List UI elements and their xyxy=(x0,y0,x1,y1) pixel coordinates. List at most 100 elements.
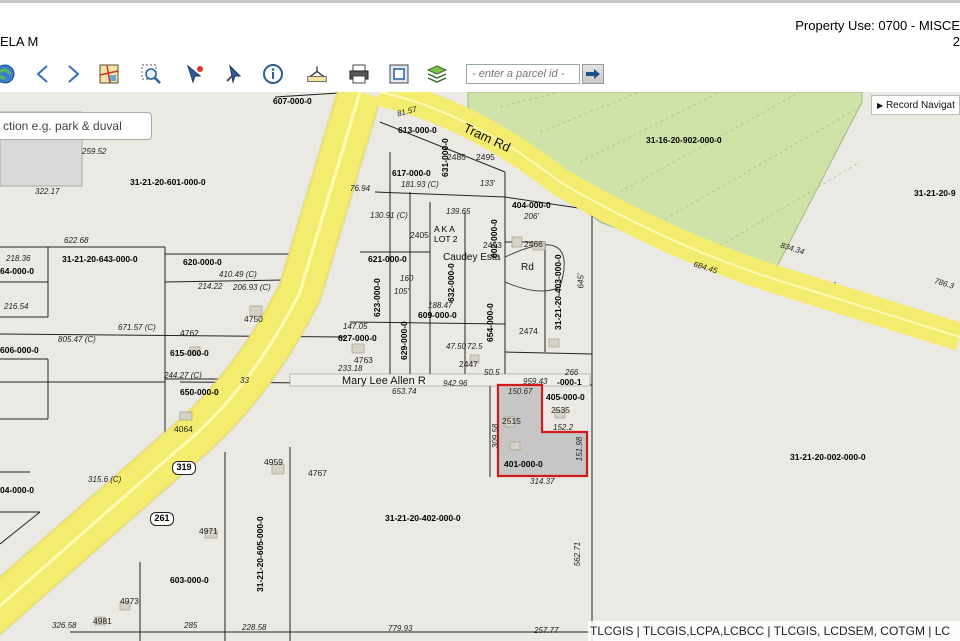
map-layers-icon[interactable] xyxy=(98,63,120,85)
dimension-label: 218.36 xyxy=(6,254,31,263)
map-toolbar xyxy=(0,56,960,92)
dimension-label: 645' xyxy=(576,273,586,289)
dimension-label: 315.6 (C) xyxy=(88,475,122,484)
dimension-label: 33 xyxy=(240,376,249,385)
globe-icon[interactable] xyxy=(0,63,16,85)
location-search-box[interactable]: ction e.g. park & duval xyxy=(0,112,152,140)
property-use-label: Property Use: 0700 - MISCE xyxy=(795,18,960,33)
dimension-label: 206.93 (C) xyxy=(233,283,271,292)
address-label: 4767 xyxy=(308,468,327,478)
dimension-label: 147.05 xyxy=(343,322,368,331)
dimension-label: 244.27 (C) xyxy=(164,371,202,380)
parcel-label: 627-000-0 xyxy=(338,333,377,343)
parcel-label: 603-000-0 xyxy=(170,575,209,585)
dimension-label: 130.91 (C) xyxy=(370,211,408,220)
address-label: 4064 xyxy=(174,424,193,434)
map-attribution: TLCGIS | TLCGIS,LCPA,LCBCC | TLCGIS, LCD… xyxy=(588,621,960,641)
record-nav-label: Record Navigat xyxy=(885,100,955,111)
dimension-label: 233.18 xyxy=(338,364,363,373)
zoom-select-icon[interactable] xyxy=(140,63,162,85)
forward-arrow-icon[interactable] xyxy=(62,63,84,85)
address-label: 4973 xyxy=(120,596,139,606)
parcel-label: 650-000-0 xyxy=(180,387,219,397)
dimension-label: 216.54 xyxy=(4,302,29,311)
parcel-label: 632-000-0 xyxy=(446,263,456,302)
parcel-search-group xyxy=(466,64,604,84)
dimension-label: 805.47 (C) xyxy=(58,335,96,344)
dimension-label: 410.49 (C) xyxy=(219,270,257,279)
dimension-label: 322.17 xyxy=(35,187,60,196)
parcel-label: 401-000-0 xyxy=(504,459,543,469)
select-pointer-icon[interactable] xyxy=(184,63,206,85)
parcel-label: 31-21-20-643-000-0 xyxy=(62,254,138,264)
parcel-label: 64-000-0 xyxy=(0,266,35,276)
dimension-label: 160 xyxy=(400,274,414,283)
parcel-label: 31-16-20-902-000-0 xyxy=(646,135,722,145)
dimension-label: 151.98 xyxy=(575,436,585,462)
header-bar: Property Use: 0700 - MISCE ELA M 2 xyxy=(0,0,960,56)
address-label: 4981 xyxy=(93,616,112,626)
parcel-label: 31-21-20-403-000-0 xyxy=(553,254,563,330)
dimension-label: 47.50 xyxy=(446,342,467,351)
dimension-label: 285 xyxy=(184,621,198,630)
dimension-label: 228.58 xyxy=(242,623,267,632)
dimension-label: 653.74 xyxy=(392,387,417,396)
info-icon[interactable] xyxy=(262,63,284,85)
dimension-label: 188.47 xyxy=(428,301,453,310)
parcel-label: 31-21-20-605-000-0 xyxy=(255,516,265,592)
parcel-label: LOT 2 xyxy=(434,234,458,244)
address-label: 4959 xyxy=(264,457,283,467)
parcel-id-input[interactable] xyxy=(466,64,580,84)
measure-icon[interactable] xyxy=(304,63,330,85)
record-navigator-button[interactable]: ▶ Record Navigat xyxy=(871,95,960,115)
dimension-label: 309.58 xyxy=(491,423,501,449)
caret-right-icon: ▶ xyxy=(877,101,884,110)
dimension-label: 562.71 xyxy=(573,541,583,567)
identify-pointer-icon[interactable] xyxy=(224,63,246,85)
parcel-label: 31-21-20-402-000-0 xyxy=(385,513,461,523)
parcel-label: 606-000-0 xyxy=(0,345,39,355)
dimension-label: 257.77 xyxy=(534,626,559,635)
parcel-label: 609-000-0 xyxy=(418,310,457,320)
dimension-label: 152.2 xyxy=(553,423,574,432)
parcel-label: 613-000-0 xyxy=(398,125,437,135)
dimension-label: 959.43 xyxy=(523,377,548,386)
map-canvas[interactable]: Tram Rd Mary Lee Allen R Caudey Esta Rd … xyxy=(0,92,960,641)
address-label: 2485 xyxy=(447,152,466,162)
map-base-layer xyxy=(0,92,960,641)
parcel-label: 405-000-0 xyxy=(546,392,585,402)
parcel-label: 620-000-0 xyxy=(183,257,222,267)
dimension-label: 105' xyxy=(394,287,409,296)
dimension-label: 314.37 xyxy=(530,477,555,486)
parcel-label: 629-000-0 xyxy=(399,321,409,360)
address-label: 2405 xyxy=(410,230,429,240)
layers-stack-icon[interactable] xyxy=(426,63,448,85)
dimension-label: 326.58 xyxy=(52,621,77,630)
dimension-label: 214.22 xyxy=(198,282,223,291)
parcel-label: 04-000-0 xyxy=(0,485,35,495)
route-261-shield: 261 xyxy=(150,512,174,526)
address-label: 2474 xyxy=(519,326,538,336)
dimension-label: 266 xyxy=(565,368,579,377)
dimension-label: 181.93 (C) xyxy=(401,180,439,189)
parcel-label: 615-000-0 xyxy=(170,348,209,358)
address-label: 2495 xyxy=(476,152,495,162)
address-label: 2447 xyxy=(459,359,478,369)
parcel-label: 31-21-20-601-000-0 xyxy=(130,177,206,187)
address-label: 4971 xyxy=(199,526,218,536)
parcel-label: 607-000-0 xyxy=(273,96,312,106)
full-extent-icon[interactable] xyxy=(388,63,410,85)
back-arrow-icon[interactable] xyxy=(32,63,54,85)
parcel-go-button[interactable] xyxy=(582,64,604,84)
parcel-label: 623-000-0 xyxy=(372,278,382,317)
parcel-label: 654-000-0 xyxy=(485,303,495,342)
address-label: 4762 xyxy=(180,328,199,338)
address-label: 2453 xyxy=(483,240,502,250)
parcel-label: A K A xyxy=(434,224,455,234)
print-icon[interactable] xyxy=(348,63,370,85)
dimension-label: 150.67 xyxy=(508,387,533,396)
owner-right-text: 2 xyxy=(952,34,960,49)
dimension-label: 779.93 xyxy=(388,624,413,633)
owner-name: ELA M xyxy=(0,34,39,49)
parcel-label: 621-000-0 xyxy=(368,254,407,264)
